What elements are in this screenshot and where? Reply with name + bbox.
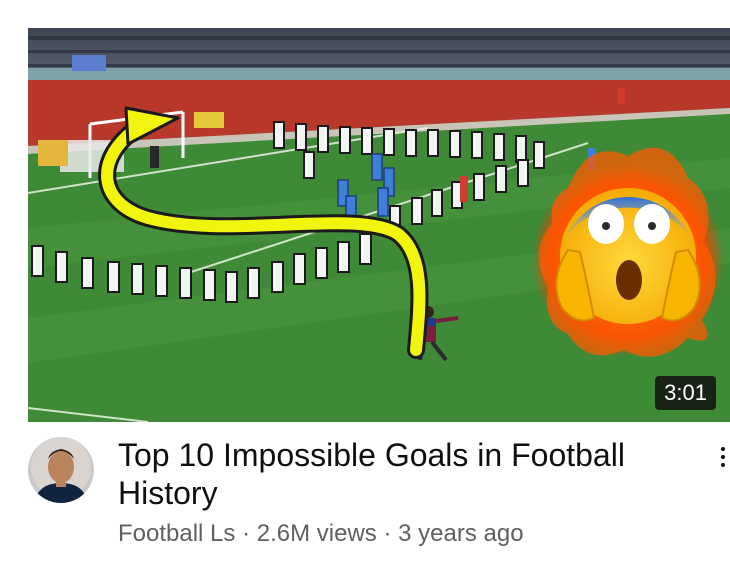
more-options-button[interactable] xyxy=(716,444,730,474)
video-title[interactable]: Top 10 Impossible Goals in Football Hist… xyxy=(118,436,678,512)
video-meta: Football Ls · 2.6M views · 3 years ago xyxy=(118,520,524,548)
channel-avatar[interactable] xyxy=(28,437,94,503)
view-count: 2.6M views xyxy=(256,520,377,547)
vertical-ellipsis-icon xyxy=(716,447,730,467)
meta-separator: · xyxy=(242,520,251,547)
thumbnail-image xyxy=(28,28,730,422)
video-thumbnail[interactable]: 3:01 xyxy=(28,28,730,422)
video-duration-badge: 3:01 xyxy=(655,376,716,410)
meta-separator: · xyxy=(383,520,392,547)
upload-age: 3 years ago xyxy=(398,520,524,547)
channel-name[interactable]: Football Ls xyxy=(118,520,235,547)
